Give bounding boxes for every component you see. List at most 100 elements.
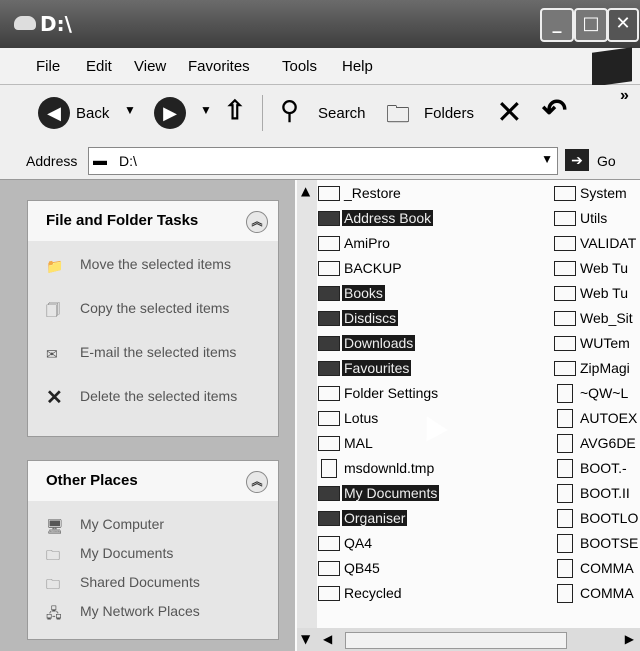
file-item-label: Downloads xyxy=(342,335,416,351)
folders-icon[interactable]: 🗀 xyxy=(386,97,410,138)
menu-help[interactable]: Help xyxy=(342,58,373,75)
file-item-label: Folder Settings xyxy=(344,385,439,401)
title-bar[interactable]: D:\ _ □ ✕ xyxy=(0,0,640,48)
back-button-label[interactable]: Back xyxy=(76,105,109,122)
place-shared-documents-label[interactable]: Shared Documents xyxy=(80,573,260,592)
file-item-label: AmiPro xyxy=(344,235,390,251)
place-my-computer-label[interactable]: My Computer xyxy=(80,515,260,534)
file-item-label: MAL xyxy=(344,435,373,451)
file-item-label: msdownld.tmp xyxy=(344,460,435,476)
file-item-label: Lotus xyxy=(344,410,379,426)
file-item-label: BACKUP xyxy=(344,260,402,276)
address-input[interactable]: ▬ D:\ ▼ xyxy=(88,147,558,175)
file-icon xyxy=(321,459,337,478)
file-icon xyxy=(557,559,573,578)
go-arrow-icon[interactable]: ➔ xyxy=(565,149,589,171)
scroll-down-icon[interactable]: ▼ xyxy=(301,632,310,646)
file-item-label: BOOT.- xyxy=(580,460,627,476)
file-icon xyxy=(557,459,573,478)
network-icon: 🖧 xyxy=(46,605,62,621)
menu-file[interactable]: File xyxy=(36,58,60,75)
menu-edit[interactable]: Edit xyxy=(86,58,112,75)
file-item-label: BOOTSE xyxy=(580,535,639,551)
up-folder-icon[interactable]: ⇧ xyxy=(224,95,246,126)
forward-arrow-icon[interactable]: ▶ xyxy=(154,97,186,129)
undo-icon[interactable]: ↶ xyxy=(542,93,567,128)
search-icon[interactable]: ⚲ xyxy=(280,95,299,126)
file-item-label: WUTem xyxy=(580,335,630,351)
folder-icon xyxy=(318,286,340,301)
file-item-label: AUTOEX xyxy=(580,410,638,426)
drive-icon xyxy=(14,16,36,30)
maximize-button[interactable]: □ xyxy=(574,8,608,42)
address-value: D:\ xyxy=(119,153,137,169)
close-button[interactable]: ✕ xyxy=(607,8,639,42)
file-folder-tasks-panel: File and Folder Tasks ︽ 📁 Move the selec… xyxy=(27,200,279,437)
menu-tools[interactable]: Tools xyxy=(282,58,317,75)
windows-logo-icon xyxy=(592,47,632,87)
other-places-header[interactable]: Other Places ︽ xyxy=(28,461,278,501)
scroll-up-icon[interactable]: ▲ xyxy=(301,184,310,198)
file-item-label: Web Tu xyxy=(580,260,628,276)
folder-icon xyxy=(318,386,340,401)
search-button-label[interactable]: Search xyxy=(318,105,366,122)
folder-icon xyxy=(554,261,576,276)
file-item-label: Favourites xyxy=(342,360,412,376)
file-folder-tasks-title: File and Folder Tasks xyxy=(46,212,199,229)
file-icon xyxy=(557,484,573,503)
file-item-label: Disdiscs xyxy=(342,310,399,326)
file-icon xyxy=(557,409,573,428)
place-my-documents-label[interactable]: My Documents xyxy=(80,544,260,563)
task-copy-label[interactable]: Copy the selected items xyxy=(80,299,260,318)
file-item-label: My Documents xyxy=(342,485,440,501)
delete-icon: ✕ xyxy=(46,387,63,409)
file-item-label: _Restore xyxy=(344,185,401,201)
task-email-label[interactable]: E-mail the selected items xyxy=(80,343,260,362)
other-places-panel: Other Places ︽ 🖥 My Computer 🗀 My Docume… xyxy=(27,460,279,640)
menu-view[interactable]: View xyxy=(134,58,166,75)
file-icon xyxy=(557,434,573,453)
address-dropdown-icon[interactable]: ▼ xyxy=(541,152,553,166)
folder-icon xyxy=(554,336,576,351)
back-dropdown-icon[interactable]: ▼ xyxy=(124,103,136,117)
toolbar-overflow-chevron[interactable]: » xyxy=(620,87,629,105)
go-button-label[interactable]: Go xyxy=(597,153,616,169)
back-arrow-icon[interactable]: ◀ xyxy=(38,97,70,129)
copy-icon: 🗍 xyxy=(46,302,60,318)
place-my-network-label[interactable]: My Network Places xyxy=(80,602,260,621)
vertical-scrollbar[interactable]: ▲ xyxy=(297,180,317,630)
forward-dropdown-icon[interactable]: ▼ xyxy=(200,103,212,117)
file-item-label: QA4 xyxy=(344,535,373,551)
horizontal-scrollbar[interactable]: ▼ ◀ ▶ xyxy=(297,628,640,651)
folder-icon xyxy=(318,336,340,351)
file-icon xyxy=(557,534,573,553)
folder-icon xyxy=(318,511,340,526)
folders-button-label[interactable]: Folders xyxy=(424,105,474,122)
collapse-chevron-icon[interactable]: ︽ xyxy=(246,471,268,493)
move-icon: 📁 xyxy=(46,258,64,274)
folder-icon xyxy=(318,236,340,251)
scroll-thumb[interactable] xyxy=(345,632,567,649)
toolbar-separator xyxy=(262,95,263,131)
file-icon xyxy=(557,509,573,528)
task-delete-label[interactable]: Delete the selected items xyxy=(80,387,260,406)
delete-x-icon[interactable]: ✕ xyxy=(496,93,523,131)
scroll-right-icon[interactable]: ▶ xyxy=(625,632,634,646)
email-icon: ✉ xyxy=(46,346,58,362)
file-item-label: ZipMagi xyxy=(580,360,630,376)
folder-icon xyxy=(318,536,340,551)
menu-favorites[interactable]: Favorites xyxy=(188,58,250,75)
folder-icon xyxy=(554,311,576,326)
window-title: D:\ xyxy=(40,12,72,36)
folder-icon xyxy=(318,211,340,226)
minimize-button[interactable]: _ xyxy=(540,8,574,42)
collapse-chevron-icon[interactable]: ︽ xyxy=(246,211,268,233)
folder-icon xyxy=(318,411,340,426)
other-places-title: Other Places xyxy=(46,472,138,489)
folder-icon: 🗀 xyxy=(46,576,60,592)
scroll-left-icon[interactable]: ◀ xyxy=(323,632,332,646)
file-folder-tasks-header[interactable]: File and Folder Tasks ︽ xyxy=(28,201,278,241)
file-item-label: ~QW~L xyxy=(580,385,629,401)
task-move-label[interactable]: Move the selected items xyxy=(80,255,260,274)
file-icon xyxy=(557,384,573,403)
